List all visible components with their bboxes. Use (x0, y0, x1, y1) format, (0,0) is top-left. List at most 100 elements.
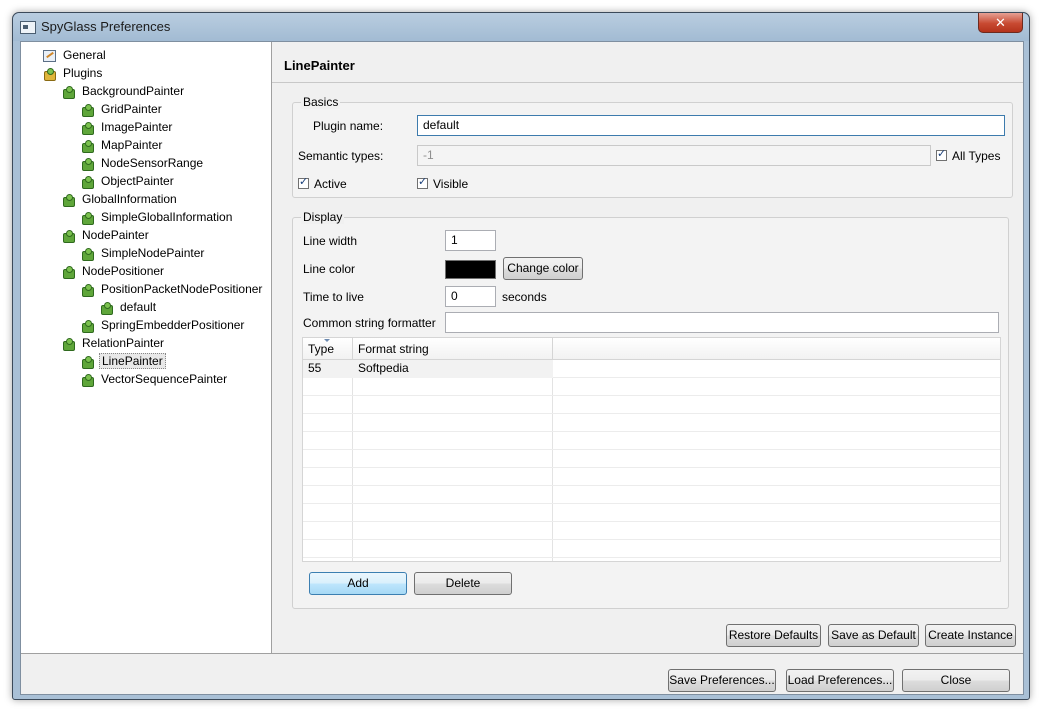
table-row[interactable]: 55 Softpedia (303, 360, 1000, 378)
tree-item-label: SimpleGlobalInformation (101, 210, 233, 224)
column-header-format[interactable]: Format string (353, 338, 553, 360)
table-row-empty[interactable] (303, 450, 1000, 468)
close-button[interactable]: Close (902, 669, 1010, 692)
table-row-empty[interactable] (303, 540, 1000, 558)
tree-item-simpleglobalinformation[interactable]: SimpleGlobalInformation (81, 209, 234, 226)
plugin-icon (62, 338, 75, 351)
line-color-swatch (445, 260, 496, 279)
tree-item-vectorsequencepainter[interactable]: VectorSequencePainter (81, 371, 229, 388)
tree-item-label: NodePositioner (82, 264, 165, 278)
table-row-empty[interactable] (303, 522, 1000, 540)
table-row-empty[interactable] (303, 414, 1000, 432)
tree-item-linepainter[interactable]: LinePainter (81, 353, 166, 370)
table-row-empty[interactable] (303, 504, 1000, 522)
plugin-settings-panel: LinePainter Basics Plugin name: default … (272, 42, 1023, 653)
plugin-icon (81, 122, 94, 135)
plugin-icon (81, 320, 94, 333)
load-preferences-button[interactable]: Load Preferences... (786, 669, 894, 692)
plugin-icon (62, 86, 75, 99)
table-row-empty[interactable] (303, 432, 1000, 450)
tree-item-label: NodeSensorRange (101, 156, 204, 170)
active-checkbox[interactable] (298, 175, 309, 189)
plugin-icon (81, 104, 94, 117)
tree-item-default-instance[interactable]: default (100, 299, 158, 316)
add-format-button[interactable]: Add (309, 572, 407, 595)
tree-item-label: BackgroundPainter (82, 84, 185, 98)
all-types-label: All Types (952, 149, 1001, 163)
footer-divider (21, 653, 1023, 654)
tree-item-objectpainter[interactable]: ObjectPainter (81, 173, 176, 190)
restore-defaults-button[interactable]: Restore Defaults (726, 624, 821, 647)
title-divider (272, 82, 1023, 83)
tree-item-backgroundpainter[interactable]: BackgroundPainter (62, 83, 186, 100)
plugin-icon (62, 230, 75, 243)
cell-format-string[interactable]: Softpedia (353, 360, 553, 378)
tree-item-label: LinePainter (99, 353, 166, 369)
cell-type[interactable]: 55 (303, 360, 353, 378)
table-row-empty[interactable] (303, 468, 1000, 486)
tree-item-label: Plugins (63, 66, 103, 80)
visible-checkbox[interactable] (417, 175, 428, 189)
tree-item-plugins[interactable]: Plugins (43, 65, 104, 82)
tree-item-mappainter[interactable]: MapPainter (81, 137, 164, 154)
tree-item-gridpainter[interactable]: GridPainter (81, 101, 164, 118)
tree-item-label: PositionPacketNodePositioner (101, 282, 263, 296)
tree-item-relationpainter[interactable]: RelationPainter (62, 335, 166, 352)
tree-item-simplenodepainter[interactable]: SimpleNodePainter (81, 245, 206, 262)
tree-item-springembedderpositioner[interactable]: SpringEmbedderPositioner (81, 317, 246, 334)
tree-item-globalinformation[interactable]: GlobalInformation (62, 191, 179, 208)
plugin-icon (81, 158, 94, 171)
tree-item-nodesensorrange[interactable]: NodeSensorRange (81, 155, 205, 172)
tree-item-label: General (63, 48, 106, 62)
line-width-field[interactable]: 1 (445, 230, 496, 251)
plugin-icon (62, 194, 75, 207)
display-legend: Display (301, 210, 345, 224)
table-row-empty[interactable] (303, 396, 1000, 414)
delete-format-button[interactable]: Delete (414, 572, 512, 595)
plugin-icon (62, 266, 75, 279)
plugin-icon (81, 140, 94, 153)
general-settings-icon (43, 49, 56, 62)
window-title: SpyGlass Preferences (41, 19, 171, 34)
seconds-unit-label: seconds (502, 290, 547, 304)
create-instance-button[interactable]: Create Instance (925, 624, 1016, 647)
tree-item-general[interactable]: General (43, 47, 108, 64)
tree-item-nodepainter[interactable]: NodePainter (62, 227, 151, 244)
table-row-empty[interactable] (303, 486, 1000, 504)
column-header-type[interactable]: Type (303, 338, 353, 360)
plugin-icon (81, 212, 94, 225)
line-width-label: Line width (303, 234, 358, 248)
tree-item-nodepositioner[interactable]: NodePositioner (62, 263, 166, 280)
plugin-icon (81, 248, 94, 261)
window-close-button[interactable]: ✕ (978, 13, 1023, 33)
preferences-window: SpyGlass Preferences ✕ General Plugins B… (12, 12, 1030, 700)
tree-item-label: SpringEmbedderPositioner (101, 318, 245, 332)
semantic-types-label: Semantic types: (298, 149, 384, 163)
plugin-name-label: Plugin name: (313, 119, 384, 133)
sort-arrow-icon (324, 339, 330, 342)
plugin-icon (81, 374, 94, 387)
change-color-button[interactable]: Change color (503, 257, 583, 280)
plugin-icon (81, 356, 94, 369)
tree-item-imagepainter[interactable]: ImagePainter (81, 119, 174, 136)
plugins-icon (43, 68, 56, 81)
save-as-default-button[interactable]: Save as Default (828, 624, 919, 647)
table-row-empty[interactable] (303, 378, 1000, 396)
string-formatter-field[interactable] (445, 312, 999, 333)
tree-item-label: ObjectPainter (101, 174, 174, 188)
semantic-types-field[interactable]: -1 (417, 145, 931, 166)
plugin-name-field[interactable]: default (417, 115, 1005, 136)
time-to-live-field[interactable]: 0 (445, 286, 496, 307)
all-types-checkbox[interactable] (936, 147, 947, 161)
plugin-icon (81, 176, 94, 189)
active-label: Active (314, 177, 347, 191)
line-color-label: Line color (303, 262, 356, 276)
title-bar[interactable]: SpyGlass Preferences ✕ (13, 13, 1029, 41)
save-preferences-button[interactable]: Save Preferences... (668, 669, 776, 692)
format-string-table[interactable]: Type Format string 55 Softpedia (302, 337, 1001, 562)
tree-item-label: RelationPainter (82, 336, 165, 350)
preferences-tree[interactable]: General Plugins BackgroundPainter GridPa… (21, 42, 272, 654)
basics-group: Basics Plugin name: default Semantic typ… (292, 95, 1013, 198)
plugin-instance-icon (100, 302, 113, 315)
tree-item-positionpacketnodepositioner[interactable]: PositionPacketNodePositioner (81, 281, 264, 298)
